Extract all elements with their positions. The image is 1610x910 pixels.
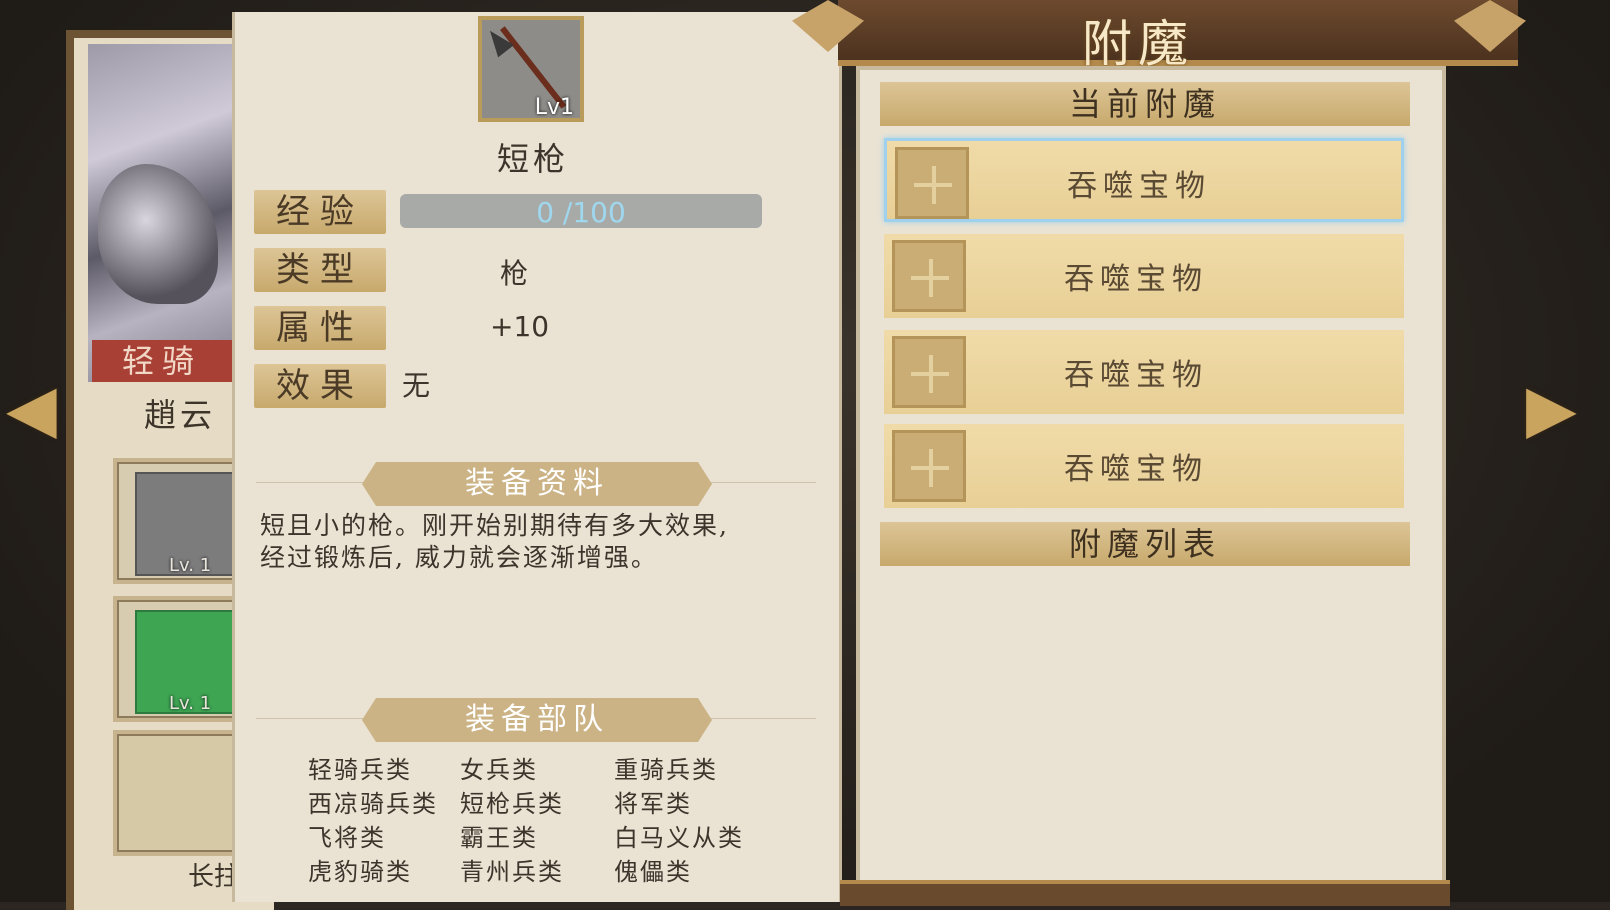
troop-item: 飞将类: [308, 824, 386, 852]
enchant-slot-label: 吞噬宝物: [1064, 358, 1208, 393]
enchant-slot[interactable]: 吞噬宝物: [884, 330, 1404, 414]
description-line: 短且小的枪。刚开始别期待有多大效果,: [260, 511, 729, 540]
troop-item: 重骑兵类: [614, 756, 718, 784]
troop-item: 西凉骑兵类: [308, 790, 438, 818]
enchant-slot-label: 吞噬宝物: [1067, 169, 1211, 204]
hero-class-badge: 轻骑: [92, 340, 232, 382]
exp-value: 0 /100: [536, 196, 626, 229]
enchant-slot-label: 吞噬宝物: [1064, 452, 1208, 487]
exp-label: 经验: [254, 190, 386, 234]
plus-icon: [895, 147, 969, 219]
troop-item: 短枪兵类: [460, 790, 564, 818]
current-enchant-header: 当前附魔: [880, 82, 1410, 126]
troop-item: 将军类: [614, 790, 692, 818]
type-label: 类型: [254, 248, 386, 292]
enchant-slot[interactable]: 吞噬宝物: [884, 234, 1404, 318]
armor-slot-level: Lv. 1: [169, 693, 212, 714]
troop-item: 虎豹骑类: [308, 858, 412, 886]
description-line: 经过锻炼后, 威力就会逐渐增强。: [260, 543, 658, 572]
troop-item: 女兵类: [460, 756, 538, 784]
item-description: 短且小的枪。刚开始别期待有多大效果, 经过锻炼后, 威力就会逐渐增强。: [260, 510, 800, 574]
type-value: 枪: [500, 257, 529, 290]
troop-item: 白马义从类: [614, 824, 744, 852]
plus-icon: [892, 430, 966, 502]
enchant-list-header: 附魔列表: [880, 522, 1410, 566]
troop-item: 傀儡类: [614, 858, 692, 886]
info-section-header: 装备资料: [362, 462, 712, 506]
attr-label: 属性: [254, 306, 386, 350]
spear-tip-icon: [482, 24, 514, 58]
effect-value: 无: [402, 369, 431, 402]
attr-value: +10: [490, 310, 550, 343]
panel-bottom-frame: [840, 880, 1450, 906]
item-icon: Lv1: [478, 16, 584, 122]
hero-name: 趙云: [144, 396, 217, 434]
effect-label: 效果: [254, 364, 386, 408]
troops-section-header: 装备部队: [362, 698, 712, 742]
item-name: 短枪: [496, 140, 569, 178]
hero-portrait[interactable]: [88, 44, 238, 382]
next-arrow-icon[interactable]: ▶: [1526, 370, 1577, 447]
troop-item: 霸王类: [460, 824, 538, 852]
enchant-slot[interactable]: 吞噬宝物: [884, 424, 1404, 508]
enchant-slot-label: 吞噬宝物: [1064, 262, 1208, 297]
enchant-slot[interactable]: 吞噬宝物: [884, 138, 1404, 222]
armor-art: [98, 164, 218, 304]
troop-item: 青州兵类: [460, 858, 564, 886]
item-level: Lv1: [534, 95, 574, 120]
troop-item: 轻骑兵类: [308, 756, 412, 784]
plus-icon: [892, 240, 966, 312]
plus-icon: [892, 336, 966, 408]
weapon-slot-level: Lv. 1: [169, 555, 212, 576]
prev-arrow-icon[interactable]: ◀: [6, 370, 57, 447]
